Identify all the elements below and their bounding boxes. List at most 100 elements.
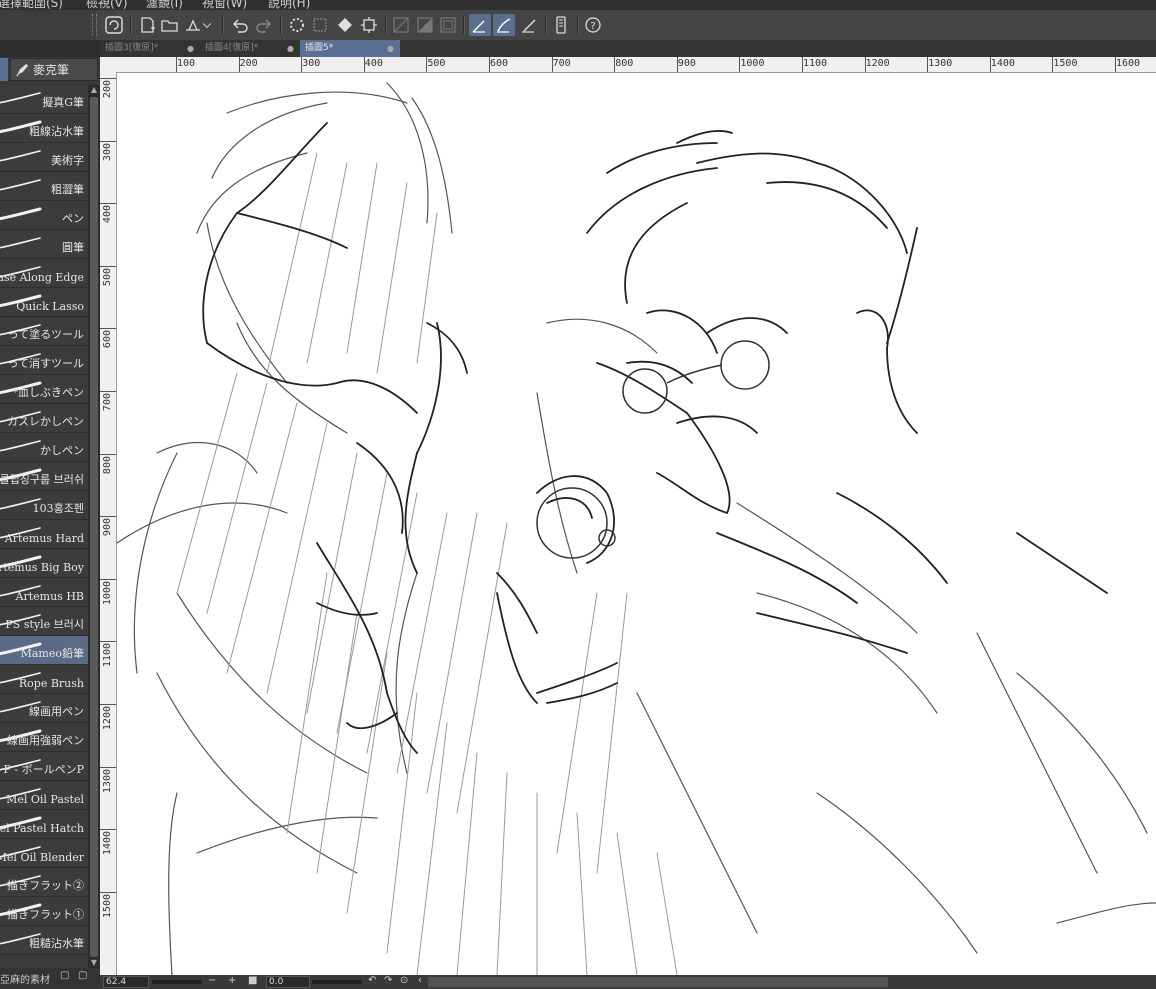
transform-icon[interactable] <box>358 14 380 36</box>
ruler-tick-label: 1600 <box>1116 58 1141 69</box>
menu-help[interactable]: 說明(H) <box>268 0 310 10</box>
ruler-tick-label: 1200 <box>865 58 890 69</box>
tab-document[interactable]: 插圖3[復原]* ● <box>100 40 200 57</box>
scroll-thumb[interactable] <box>90 97 98 957</box>
subtool-tab[interactable] <box>0 58 8 81</box>
brush-stroke-preview <box>0 179 41 191</box>
ruler-tick-label: 400 <box>102 205 113 224</box>
brush-item[interactable]: 描きフラット① <box>0 897 88 926</box>
brush-item[interactable]: 美術字 <box>0 143 88 172</box>
brush-label: 圓筆 <box>62 241 84 254</box>
ruler-tick <box>176 57 177 72</box>
brush-item[interactable]: 圓筆 <box>0 230 88 259</box>
canvas-horizontal-scrollbar[interactable] <box>428 977 888 987</box>
drawing-canvas[interactable] <box>117 73 1156 975</box>
ruler-tick-label: 900 <box>677 58 696 69</box>
logo-icon[interactable] <box>103 14 125 36</box>
ruler-tick-label: 900 <box>102 518 113 537</box>
brush-item[interactable]: 線画用強弱ペン <box>0 723 88 752</box>
rotate-left-icon[interactable]: ↶ <box>368 975 376 986</box>
ruler-tick <box>927 57 929 72</box>
redo-icon[interactable] <box>253 14 275 36</box>
brush-item[interactable]: 擬真G筆 <box>0 85 88 114</box>
snap-grid-icon[interactable] <box>437 14 459 36</box>
brush-item[interactable]: って消すツール <box>0 346 88 375</box>
trash-icon[interactable]: ▢ <box>60 970 69 981</box>
brush-item[interactable]: Artemus Big Boy <box>0 549 88 578</box>
brush-item[interactable]: Artemus Hard <box>0 520 88 549</box>
brush-item[interactable]: ] 클립칭구룹 브러쉬 <box>0 462 88 491</box>
zoom-fit-icon[interactable]: ■ <box>248 975 257 986</box>
brush-item[interactable]: 粗線沾水筆 <box>0 114 88 143</box>
clear-icon[interactable] <box>309 14 331 36</box>
brush-item[interactable]: 103홍조펜 <box>0 491 88 520</box>
brush-item[interactable]: Erase Along Edge <box>0 259 88 288</box>
pen-pressure-icon[interactable] <box>469 14 491 36</box>
menu-window[interactable]: 視窗(W) <box>202 0 247 10</box>
add-icon[interactable]: ▢ <box>78 970 87 981</box>
brush-item[interactable]: *血しぶきペン <box>0 375 88 404</box>
chevron-down-icon[interactable] <box>200 14 214 36</box>
brush-item[interactable]: 粗澀筆 <box>0 172 88 201</box>
menu-filter[interactable]: 濾鏡(I) <box>146 0 183 10</box>
brush-edge-icon[interactable] <box>518 14 540 36</box>
angle-field[interactable]: 0.0 <box>266 976 310 988</box>
reset-rotation-icon[interactable]: ⊙ <box>400 975 408 986</box>
brush-item[interactable]: P - ボールペンP <box>0 752 88 781</box>
brush-item[interactable]: Mel Oil Blender <box>0 839 88 868</box>
new-file-icon[interactable] <box>137 14 159 36</box>
snap-ruler-icon[interactable] <box>390 14 412 36</box>
brush-item[interactable]: 粗糙沾水筆 <box>0 926 88 955</box>
loading-icon[interactable] <box>286 14 308 36</box>
ruler-tick <box>100 265 116 267</box>
ruler-tick-label: 700 <box>552 58 571 69</box>
brush-label: Artemus Big Boy <box>0 561 84 574</box>
tab-close-dot[interactable]: ● <box>387 40 394 57</box>
brush-list-scrollbar[interactable]: ▲ ▼ <box>88 85 100 968</box>
brush-label: Artemus HB <box>15 590 84 603</box>
zoom-field[interactable]: 62.4 <box>103 976 149 988</box>
brush-item[interactable]: Artemus HB <box>0 578 88 607</box>
brush-item[interactable]: カスレかしペン <box>0 404 88 433</box>
menu-view[interactable]: 檢視(V) <box>86 0 128 10</box>
brush-item[interactable]: ペン <box>0 201 88 230</box>
tab-close-dot[interactable]: ● <box>287 40 294 57</box>
menu-select[interactable]: 選擇範圍(S) <box>0 0 63 10</box>
brush-item[interactable]: Mel Pastel Hatch <box>0 810 88 839</box>
brush-label: ペン <box>62 212 84 225</box>
snap-special-icon[interactable] <box>414 14 436 36</box>
subtool-group-button[interactable]: 麥克筆 <box>10 58 98 81</box>
brush-item[interactable]: Mel Oil Pastel <box>0 781 88 810</box>
ruler-tick <box>100 641 116 643</box>
tab-close-dot[interactable]: ● <box>187 40 194 57</box>
brush-stabilizer-icon[interactable] <box>493 14 515 36</box>
brush-item[interactable]: Rope Brush <box>0 665 88 694</box>
tab-document-active[interactable]: 插圖5* ● <box>300 40 400 57</box>
rotate-right-icon[interactable]: ↷ <box>384 975 392 986</box>
brush-item[interactable]: Quick Lasso <box>0 288 88 317</box>
brush-label: 描きフラット① <box>7 908 84 921</box>
grip[interactable] <box>92 14 97 36</box>
zoom-slider[interactable] <box>152 980 202 984</box>
brush-label: P - ボールペンP <box>3 763 84 776</box>
device-icon[interactable] <box>550 14 572 36</box>
zoom-in-icon[interactable]: + <box>228 975 236 986</box>
brush-item[interactable]: 描きフラット② <box>0 868 88 897</box>
help-icon[interactable]: ? <box>582 14 604 36</box>
open-file-icon[interactable] <box>159 14 181 36</box>
ruler-tick <box>1115 57 1116 72</box>
separator <box>577 16 579 34</box>
angle-slider[interactable] <box>312 980 362 984</box>
scroll-up-icon[interactable]: ▲ <box>89 85 99 95</box>
scroll-down-icon[interactable]: ▼ <box>89 958 99 968</box>
tab-document[interactable]: 插圖4[復原]* ● <box>200 40 300 57</box>
brush-item[interactable]: かしペン <box>0 433 88 462</box>
brush-item[interactable]: 線画用ペン <box>0 694 88 723</box>
fill-icon[interactable] <box>334 14 356 36</box>
brush-item[interactable]: PS style 브러시 <box>0 607 88 636</box>
brush-item[interactable]: って塗るツール <box>0 317 88 346</box>
undo-icon[interactable] <box>229 14 251 36</box>
brush-item[interactable]: Mameo鉛筆 <box>0 636 88 665</box>
flip-icon[interactable]: ‹ <box>418 975 422 986</box>
zoom-out-icon[interactable]: − <box>208 975 216 986</box>
